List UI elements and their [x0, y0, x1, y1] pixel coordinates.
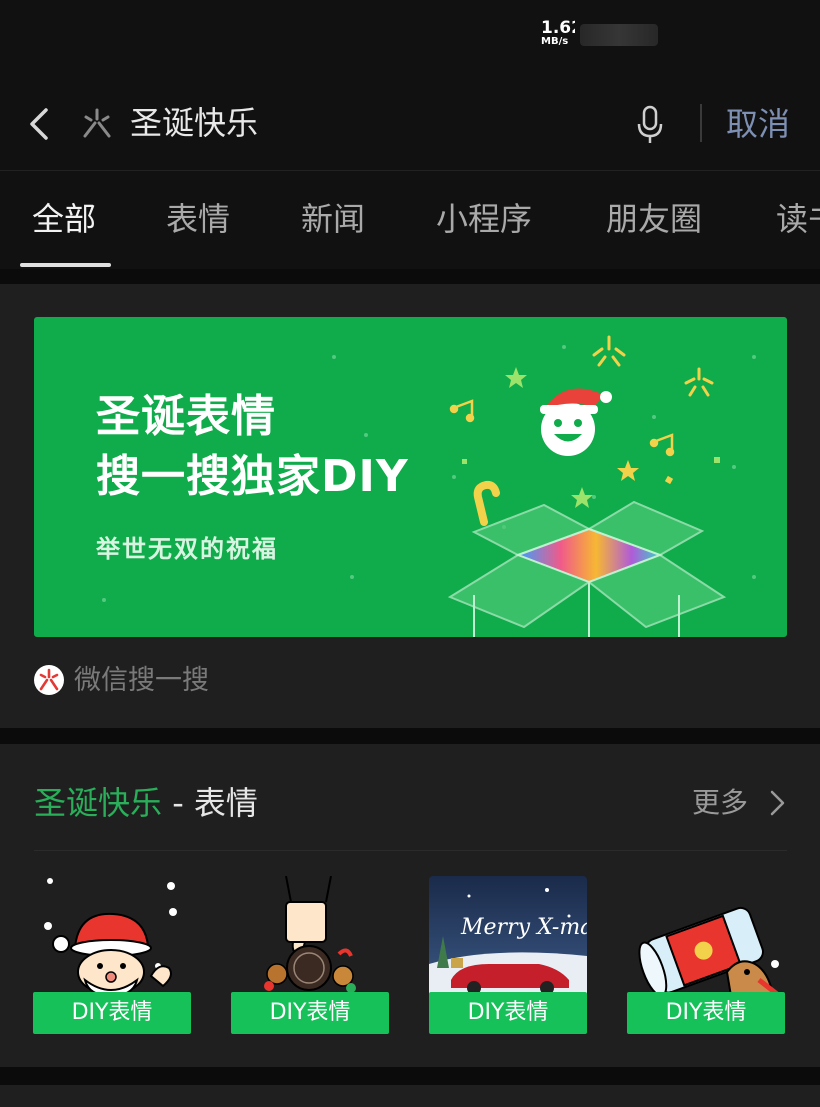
- sticker-section-title: 圣诞快乐 - 表情: [34, 782, 258, 824]
- active-tab-indicator: [20, 263, 111, 267]
- diy-sticker-button[interactable]: DIY表情: [627, 992, 785, 1034]
- search-bar: [0, 78, 820, 170]
- sticker-tile[interactable]: DIY表情: [627, 876, 785, 1036]
- tab-mini-programs[interactable]: 小程序: [436, 199, 532, 239]
- christmas-banner[interactable]: 圣诞表情 搜一搜独家DIY 举世无双的祝福: [34, 317, 787, 637]
- banner-title: 圣诞表情 搜一搜独家DIY: [96, 387, 409, 507]
- section-separator: [0, 269, 820, 284]
- section-suffix: - 表情: [162, 784, 258, 822]
- diy-sticker-button[interactable]: DIY表情: [231, 992, 389, 1034]
- cancel-button[interactable]: 取消: [726, 102, 790, 146]
- sticker-tile[interactable]: DIY表情: [231, 876, 389, 1036]
- status-icons-blurred: [580, 24, 658, 46]
- search-input[interactable]: 圣诞快乐: [130, 100, 258, 146]
- section-keyword: 圣诞快乐: [34, 784, 163, 822]
- red-bucket-sticker-icon: [638, 906, 779, 996]
- network-speed-unit: MB/s: [541, 36, 569, 47]
- tab-books[interactable]: 读书: [776, 199, 820, 239]
- wechat-search-logo-icon: [34, 665, 64, 695]
- section-divider: [34, 850, 787, 851]
- banner-title-line2: 搜一搜独家DIY: [96, 451, 409, 502]
- merry-xmas-car-sticker-icon: Merry X-mas: [429, 876, 587, 996]
- section-separator: [0, 728, 820, 744]
- chevron-right-icon[interactable]: [766, 786, 788, 820]
- more-button[interactable]: 更多: [692, 784, 748, 822]
- network-speed-value: 1.62: [541, 20, 575, 38]
- diy-sticker-button[interactable]: DIY表情: [33, 992, 191, 1034]
- banner-subtitle: 举世无双的祝福: [96, 535, 278, 563]
- source-label: 微信搜一搜: [74, 665, 209, 696]
- microphone-icon[interactable]: [634, 104, 666, 146]
- section-separator: [0, 1067, 820, 1085]
- cookie-hand-sticker-icon: [264, 876, 356, 993]
- tab-stickers[interactable]: 表情: [166, 199, 230, 239]
- banner-title-line1: 圣诞表情: [96, 391, 276, 442]
- tab-news[interactable]: 新闻: [301, 199, 365, 239]
- sticker-tile[interactable]: DIY表情: [33, 876, 191, 1036]
- sticker-tile[interactable]: Merry X-mas DIY表情: [429, 876, 587, 1036]
- tab-moments[interactable]: 朋友圈: [606, 199, 702, 239]
- status-bar: 1.62 MB/s: [0, 0, 820, 70]
- diy-sticker-button[interactable]: DIY表情: [429, 992, 587, 1034]
- back-arrow-icon[interactable]: [26, 104, 56, 144]
- search-logo-icon: [83, 108, 111, 138]
- network-speed-indicator: 1.62 MB/s: [541, 20, 575, 47]
- search-divider: [700, 104, 702, 142]
- santa-sticker-icon: [44, 878, 177, 996]
- tab-all[interactable]: 全部: [32, 199, 96, 239]
- merry-text: Merry X-mas: [460, 915, 587, 940]
- next-section-card: [0, 1085, 820, 1107]
- tab-bar: 全部 表情 新闻 小程序 朋友圈 读书: [0, 171, 820, 269]
